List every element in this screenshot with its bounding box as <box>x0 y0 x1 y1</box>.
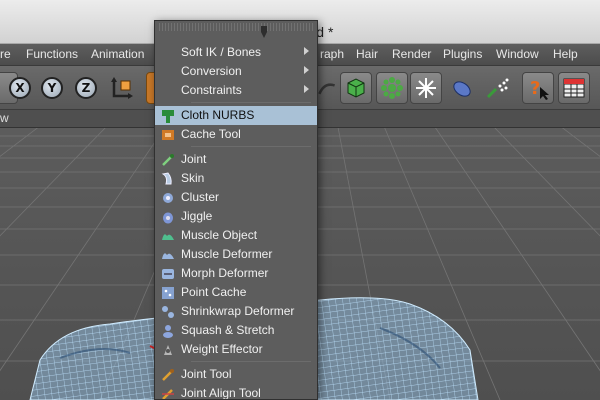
menu-item-label: Muscle Object <box>181 228 258 242</box>
menu-item-label: Jiggle <box>181 209 213 223</box>
menu-item-label: Cache Tool <box>181 127 241 141</box>
submenu-arrow-icon <box>304 66 309 74</box>
menu-item-point-cache[interactable]: Point Cache <box>155 283 317 302</box>
menu-item-muscle-deformer[interactable]: Muscle Deformer <box>155 245 317 264</box>
joint-align-tool-icon <box>162 389 174 399</box>
array-generator-button[interactable] <box>376 72 408 104</box>
menu-item-joint[interactable]: Joint <box>155 150 317 169</box>
z-axis-lock-button[interactable]: Z <box>70 72 102 104</box>
x-axis-lock-button[interactable]: X <box>4 72 36 104</box>
menu-item-label: Cluster <box>181 190 220 204</box>
menu-item-soft-ik-bones[interactable]: Soft IK / Bones <box>155 43 317 62</box>
menu-item-label: Cloth NURBS <box>181 108 255 122</box>
menu-item-label: Joint <box>181 152 207 166</box>
menu-item-label: Weight Effector <box>181 342 263 356</box>
bend-icon <box>318 83 336 95</box>
menu-separator <box>191 102 311 103</box>
menu-item-label: Shrinkwrap Deformer <box>181 304 295 318</box>
menu-item-label: Soft IK / Bones <box>181 45 262 59</box>
jiggle-icon <box>163 212 173 224</box>
particles-icon <box>486 78 509 99</box>
menu-item-constraints[interactable]: Constraints <box>155 81 317 100</box>
menu-item-morph-deformer[interactable]: Morph Deformer <box>155 264 317 283</box>
menu-item-conversion[interactable]: Conversion <box>155 62 317 81</box>
z-axis-icon: Z <box>75 77 97 99</box>
menu-item-muscle-object[interactable]: Muscle Object <box>155 226 317 245</box>
x-axis-icon: X <box>9 77 31 99</box>
skin-icon <box>161 172 172 185</box>
morph-deformer-icon <box>162 269 174 279</box>
pin-icon[interactable] <box>259 26 269 38</box>
menu-item-jiggle[interactable]: Jiggle <box>155 207 317 226</box>
menu-item-cluster[interactable]: Cluster <box>155 188 317 207</box>
particle-emitter-button[interactable] <box>482 72 514 104</box>
shrinkwrap-icon <box>162 306 174 318</box>
menu-item-label: Point Cache <box>181 285 247 299</box>
menu-item-weight-effector[interactable]: Weight Effector <box>155 340 317 359</box>
coordinate-system-button[interactable] <box>106 72 138 104</box>
menu-item-cloth-nurbs[interactable]: Cloth NURBS <box>155 106 317 125</box>
menu-item-cache-tool[interactable]: Cache Tool <box>155 125 317 144</box>
menu-plugins[interactable]: Plugins <box>443 47 482 61</box>
bend-deformer-partial-button[interactable] <box>316 72 338 104</box>
view-menu-partial[interactable]: w <box>0 111 9 125</box>
scale-tool-button[interactable] <box>410 72 442 104</box>
joint-tool-icon <box>162 369 174 381</box>
cube-primitive-button[interactable] <box>340 72 372 104</box>
y-axis-lock-button[interactable]: Y <box>36 72 68 104</box>
world-coordinates-icon <box>111 77 133 99</box>
menu-item-shrinkwrap-deformer[interactable]: Shrinkwrap Deformer <box>155 302 317 321</box>
menu-item-skin[interactable]: Skin <box>155 169 317 188</box>
menu-window[interactable]: Window <box>496 47 539 61</box>
submenu-arrow-icon <box>304 47 309 55</box>
muscle-deformer-icon <box>162 253 174 259</box>
expand-arrows-icon <box>416 78 436 98</box>
menu-item-label: Muscle Deformer <box>181 247 273 261</box>
help-icon: ? <box>530 78 549 100</box>
menu-tearoff-grip[interactable] <box>159 23 313 31</box>
menu-render[interactable]: Render <box>392 47 431 61</box>
bulge-icon <box>453 81 471 97</box>
menu-file-partial[interactable]: re <box>0 47 11 61</box>
weight-effector-icon <box>164 345 172 355</box>
menu-mograph-partial[interactable]: raph <box>320 47 344 61</box>
menu-item-label: Squash & Stretch <box>181 323 275 337</box>
muscle-object-icon <box>162 234 174 240</box>
menu-item-label: Morph Deformer <box>181 266 269 280</box>
menu-hair[interactable]: Hair <box>356 47 378 61</box>
menu-item-squash-stretch[interactable]: Squash & Stretch <box>155 321 317 340</box>
cloth-nurbs-icon <box>162 110 174 123</box>
joint-icon <box>162 154 174 166</box>
menu-item-label: Joint Tool <box>181 367 232 381</box>
menu-item-joint-align-tool[interactable]: Joint Align Tool <box>155 384 317 400</box>
menu-help[interactable]: Help <box>553 47 578 61</box>
menu-item-label: Skin <box>181 171 205 185</box>
deformer-button[interactable] <box>446 72 478 104</box>
menu-separator <box>191 146 311 147</box>
menu-item-label: Joint Align Tool <box>181 386 261 400</box>
menu-functions[interactable]: Functions <box>26 47 78 61</box>
help-button[interactable]: ? <box>522 72 554 104</box>
table-view-button[interactable] <box>558 72 590 104</box>
menu-item-joint-tool[interactable]: Joint Tool <box>155 365 317 384</box>
menu-item-label: Conversion <box>181 64 242 78</box>
cube-icon <box>347 78 365 98</box>
character-dropdown-menu: Soft IK / Bones Conversion Constraints C… <box>154 20 318 400</box>
point-cache-icon <box>162 287 174 299</box>
svg-text:?: ? <box>530 78 540 99</box>
table-icon <box>563 78 585 98</box>
squash-stretch-icon <box>163 325 173 338</box>
menu-animation[interactable]: Animation <box>91 47 144 61</box>
submenu-arrow-icon <box>304 85 309 93</box>
menu-item-label: Constraints <box>181 83 242 97</box>
y-axis-icon: Y <box>41 77 63 99</box>
menu-separator <box>191 361 311 362</box>
cluster-icon <box>163 193 173 203</box>
array-icon <box>381 77 403 99</box>
cache-tool-icon <box>162 130 174 140</box>
